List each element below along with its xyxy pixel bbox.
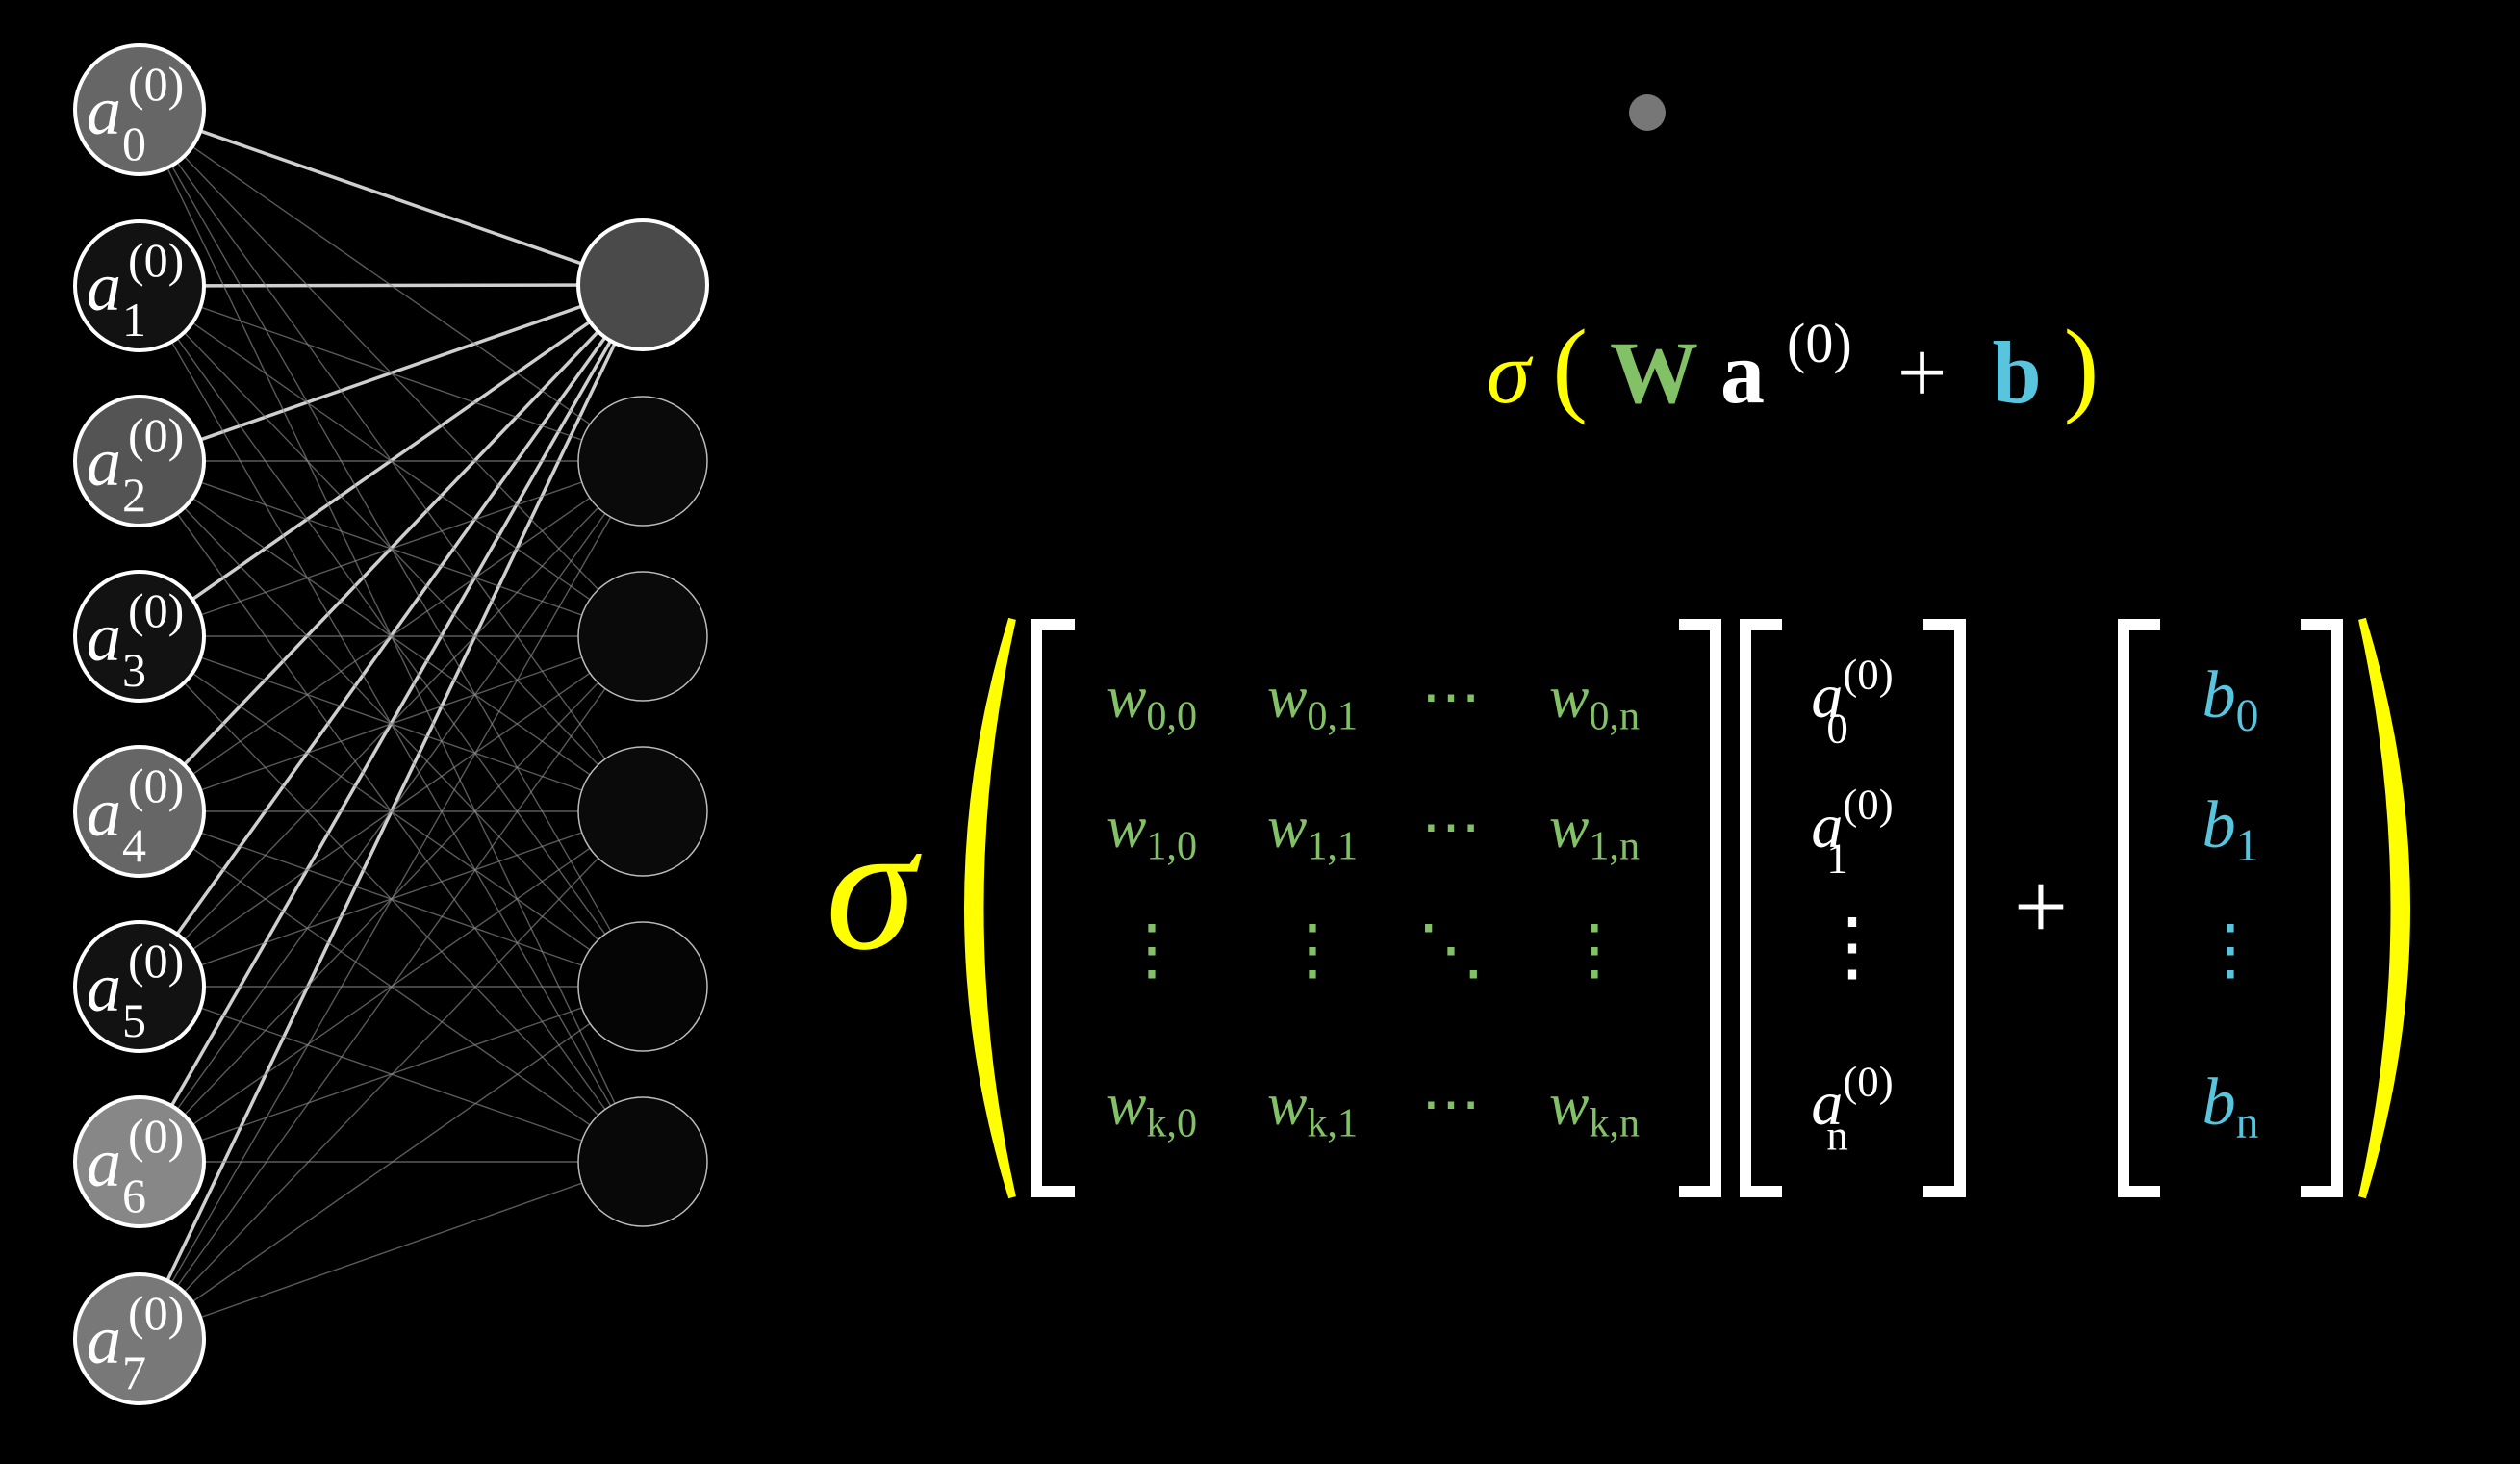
bias-entry-subscript: n (2236, 1098, 2259, 1148)
input-neuron: a (0) 5 (73, 920, 206, 1053)
output-neuron (577, 396, 708, 527)
matrix-entry-subscript: k,n (1589, 1100, 1640, 1145)
label-base: a (87, 424, 121, 501)
bias-entry-base: ⋮ (2197, 913, 2264, 988)
activation-entry-subscript: 0 (1826, 704, 1847, 752)
matrix-entry-subscript: 1,n (1589, 823, 1640, 868)
matrix-entry-base: w (1267, 1072, 1307, 1138)
matrix-entry-base: w (1549, 1072, 1589, 1138)
matrix-entry-base: ⋯ (1421, 1072, 1481, 1138)
output-neuron (577, 571, 708, 702)
matrix-entry-base: w (1107, 795, 1146, 860)
output-neuron (577, 921, 708, 1052)
matrix-entry-base: ⋱ (1417, 913, 1485, 988)
bias-entry-subscript: 0 (2236, 691, 2259, 741)
compact-superscript: (0) (1787, 312, 1852, 374)
matrix-entry: ⋯ (1421, 795, 1481, 860)
label-subscript: 6 (122, 1169, 146, 1222)
matrix-entry: ⋯ (1421, 1072, 1481, 1138)
matrix-entry: ⋮ (1561, 913, 1628, 988)
matrix-entry: ⋮ (1279, 913, 1346, 988)
input-neuron: a (0) 4 (73, 745, 206, 878)
matrix-entry-base: ⋯ (1421, 665, 1481, 731)
activation-entry: ⋮ (1814, 905, 1891, 989)
label-subscript: 1 (122, 293, 146, 347)
matrix-entry-base: w (1107, 665, 1146, 731)
bias-entry-subscript: 1 (2236, 821, 2259, 871)
label-base: a (87, 72, 121, 149)
label-subscript: 5 (122, 993, 146, 1047)
label-subscript: 7 (122, 1346, 146, 1400)
input-neuron: a (0) 0 (73, 43, 206, 176)
activation-entry-superscript: (0) (1843, 1057, 1893, 1105)
compact-plus: + (1897, 323, 1947, 422)
matrix-entry-subscript: k,0 (1146, 1100, 1197, 1145)
compact-sigma: σ (1487, 323, 1534, 422)
activation-entry-superscript: (0) (1843, 780, 1893, 828)
label-subscript: 0 (122, 116, 146, 170)
label-base: a (87, 248, 121, 325)
label-subscript: 2 (122, 468, 146, 522)
label-superscript: (0) (128, 583, 184, 637)
label-superscript: (0) (128, 1109, 184, 1163)
label-superscript: (0) (128, 1286, 184, 1340)
output-neuron (577, 1096, 708, 1227)
label-superscript: (0) (128, 934, 184, 988)
matrix-entry-base: ⋮ (1118, 913, 1185, 988)
matrix-entry: ⋮ (1118, 913, 1185, 988)
matrix-entry: ⋯ (1421, 665, 1481, 731)
input-neuron: a (0) 1 (73, 219, 206, 352)
expanded-plus: + (2014, 853, 2068, 960)
label-base: a (87, 774, 121, 851)
matrix-entry-base: w (1549, 665, 1589, 731)
label-superscript: (0) (128, 233, 184, 287)
matrix-entry-base: w (1267, 665, 1307, 731)
label-superscript: (0) (128, 57, 184, 111)
input-neuron: a (0) 6 (73, 1095, 206, 1228)
compact-open-paren: ( (1552, 308, 1588, 425)
compact-a: a (1720, 323, 1765, 422)
matrix-entry-base: ⋯ (1421, 795, 1481, 860)
matrix-entry-subscript: 0,1 (1307, 693, 1358, 738)
label-superscript: (0) (128, 758, 184, 812)
output-neuron (576, 218, 709, 351)
output-neuron (577, 746, 708, 877)
label-base: a (87, 949, 121, 1026)
matrix-entry-base: w (1549, 795, 1589, 860)
label-superscript: (0) (128, 408, 184, 462)
matrix-entry-subscript: k,1 (1307, 1100, 1358, 1145)
label-base: a (87, 599, 121, 676)
bias-entry-base: b (2202, 658, 2236, 732)
label-base: a (87, 1124, 121, 1201)
matrix-entry: ⋱ (1417, 913, 1485, 988)
matrix-entry-subscript: 0,0 (1146, 693, 1197, 738)
bias-entry-base: b (2202, 788, 2236, 862)
matrix-entry-subscript: 1,1 (1307, 823, 1358, 868)
matrix-entry-base: ⋮ (1561, 913, 1628, 988)
activation-entry-subscript: n (1826, 1111, 1847, 1159)
matrix-entry-base: w (1107, 1072, 1146, 1138)
matrix-entry-base: ⋮ (1279, 913, 1346, 988)
compact-W: W (1610, 323, 1698, 422)
input-neuron: a (0) 7 (73, 1272, 206, 1405)
expanded-sigma: σ (826, 786, 922, 989)
label-subscript: 4 (122, 818, 146, 872)
input-neuron: a (0) 3 (73, 570, 206, 703)
matrix-entry-subscript: 0,n (1589, 693, 1640, 738)
compact-close-paren: ) (2064, 308, 2100, 425)
input-neuron: a (0) 2 (73, 395, 206, 527)
activation-entry-base: ⋮ (1814, 905, 1891, 989)
marker-dot (1629, 94, 1666, 131)
activation-entry-subscript: 1 (1826, 834, 1847, 882)
compact-b: b (1993, 323, 2042, 422)
activation-entry-superscript: (0) (1843, 650, 1893, 698)
matrix-entry-base: w (1267, 795, 1307, 860)
bias-entry: ⋮ (2197, 913, 2264, 988)
matrix-entry-subscript: 1,0 (1146, 823, 1197, 868)
scene: a (0) 0a (0) 1a (0) 2a (0) 3a (0) 4a (0) 5a (0) 6a (0) 7… (0, 0, 2520, 1464)
label-subscript: 3 (122, 643, 146, 697)
background (0, 0, 2520, 1464)
label-base: a (87, 1301, 121, 1378)
bias-entry-base: b (2202, 1066, 2236, 1140)
